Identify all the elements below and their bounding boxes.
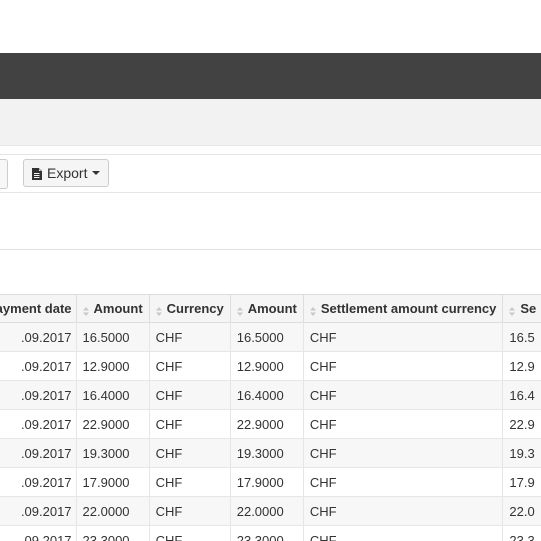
cell-payment-date: .09.2017 [0, 438, 77, 468]
cell-settlement-amount: 22.0000 [229, 496, 304, 526]
column-header-settlement-amount[interactable]: Amount [229, 294, 304, 323]
sort-icon [155, 304, 162, 317]
cell-truncated: 22.0 [502, 496, 541, 526]
cell-settlement-amount: 19.3000 [229, 438, 304, 468]
cell-currency: CHF [148, 525, 231, 541]
cell-currency: CHF [148, 322, 231, 352]
cell-currency: CHF [148, 467, 231, 497]
table-header-row: Payment date Amount Currency Amount Sett… [0, 294, 541, 323]
cell-payment-date: .09.2017 [0, 467, 77, 497]
cell-payment-date: .09.2017 [0, 496, 77, 526]
cell-settlement-currency: CHF [302, 380, 504, 410]
column-header-truncated[interactable]: Se [502, 294, 541, 323]
cell-payment-date: .09.2017 [0, 380, 77, 410]
toolbar-button-partial[interactable] [0, 159, 8, 189]
table-toolbar: Export [0, 154, 541, 193]
table-row[interactable]: .09.2017 12.9000 CHF 12.9000 CHF 12.9 [0, 351, 541, 381]
cell-settlement-currency: CHF [302, 525, 504, 541]
cell-amount: 16.4000 [75, 380, 150, 410]
cell-settlement-amount: 16.5000 [229, 322, 304, 352]
cell-settlement-currency: CHF [302, 409, 504, 439]
sub-header-bar [0, 99, 541, 146]
column-header-currency[interactable]: Currency [148, 294, 231, 323]
cell-settlement-amount: 23.3000 [229, 525, 304, 541]
export-button[interactable]: Export [23, 159, 110, 187]
cell-amount: 16.5000 [75, 322, 150, 352]
cell-amount: 23.3000 [75, 525, 150, 541]
page: Export Payment date Amount Currency Amou… [0, 0, 541, 541]
column-header-settlement-currency[interactable]: Settlement amount currency [302, 294, 504, 323]
cell-amount: 19.3000 [75, 438, 150, 468]
sort-icon [509, 304, 516, 317]
table-row[interactable]: .09.2017 16.5000 CHF 16.5000 CHF 16.5 [0, 322, 541, 352]
cell-settlement-currency: CHF [302, 322, 504, 352]
sort-icon [309, 304, 316, 317]
cell-amount: 22.9000 [75, 409, 150, 439]
column-header-payment-date[interactable]: Payment date [0, 294, 77, 323]
cell-currency: CHF [148, 438, 231, 468]
cell-settlement-amount: 12.9000 [229, 351, 304, 381]
cell-payment-date: .09.2017 [0, 351, 77, 381]
cell-truncated: 16.4 [502, 380, 541, 410]
cell-truncated: 22.9 [502, 409, 541, 439]
cell-amount: 17.9000 [75, 467, 150, 497]
cell-truncated: 12.9 [502, 351, 541, 381]
cell-settlement-currency: CHF [302, 496, 504, 526]
cell-truncated: 17.9 [502, 467, 541, 497]
cell-payment-date: .09.2017 [0, 409, 77, 439]
table-row[interactable]: .09.2017 22.0000 CHF 22.0000 CHF 22.0 [0, 496, 541, 526]
cell-currency: CHF [148, 409, 231, 439]
sort-icon [82, 304, 89, 317]
cell-settlement-amount: 22.9000 [229, 409, 304, 439]
cell-currency: CHF [148, 351, 231, 381]
cell-settlement-currency: CHF [302, 438, 504, 468]
table-row[interactable]: .09.2017 16.4000 CHF 16.4000 CHF 16.4 [0, 380, 541, 410]
cell-currency: CHF [148, 380, 231, 410]
sort-icon [236, 304, 243, 317]
file-icon [32, 167, 42, 180]
app-header-bar [0, 53, 541, 99]
cell-truncated: 19.3 [502, 438, 541, 468]
table-row[interactable]: .09.2017 17.9000 CHF 17.9000 CHF 17.9 [0, 467, 541, 497]
export-button-label: Export [47, 165, 88, 181]
cell-payment-date: .09.2017 [0, 322, 77, 352]
cell-amount: 12.9000 [75, 351, 150, 381]
table-body: .09.2017 16.5000 CHF 16.5000 CHF 16.5 .0… [0, 322, 541, 541]
payments-table: Payment date Amount Currency Amount Sett… [0, 294, 541, 541]
cell-settlement-amount: 17.9000 [229, 467, 304, 497]
cell-settlement-currency: CHF [302, 467, 504, 497]
table-row[interactable]: .09.2017 23.3000 CHF 23.3000 CHF 23.3 [0, 525, 541, 541]
cell-amount: 22.0000 [75, 496, 150, 526]
cell-currency: CHF [148, 496, 231, 526]
caret-down-icon [92, 171, 101, 175]
cell-settlement-currency: CHF [302, 351, 504, 381]
column-header-amount[interactable]: Amount [75, 294, 150, 323]
cell-settlement-amount: 16.4000 [229, 380, 304, 410]
section-divider [0, 249, 541, 250]
cell-truncated: 23.3 [502, 525, 541, 541]
cell-payment-date: .09.2017 [0, 525, 77, 541]
table-row[interactable]: .09.2017 19.3000 CHF 19.3000 CHF 19.3 [0, 438, 541, 468]
table-row[interactable]: .09.2017 22.9000 CHF 22.9000 CHF 22.9 [0, 409, 541, 439]
cell-truncated: 16.5 [502, 322, 541, 352]
